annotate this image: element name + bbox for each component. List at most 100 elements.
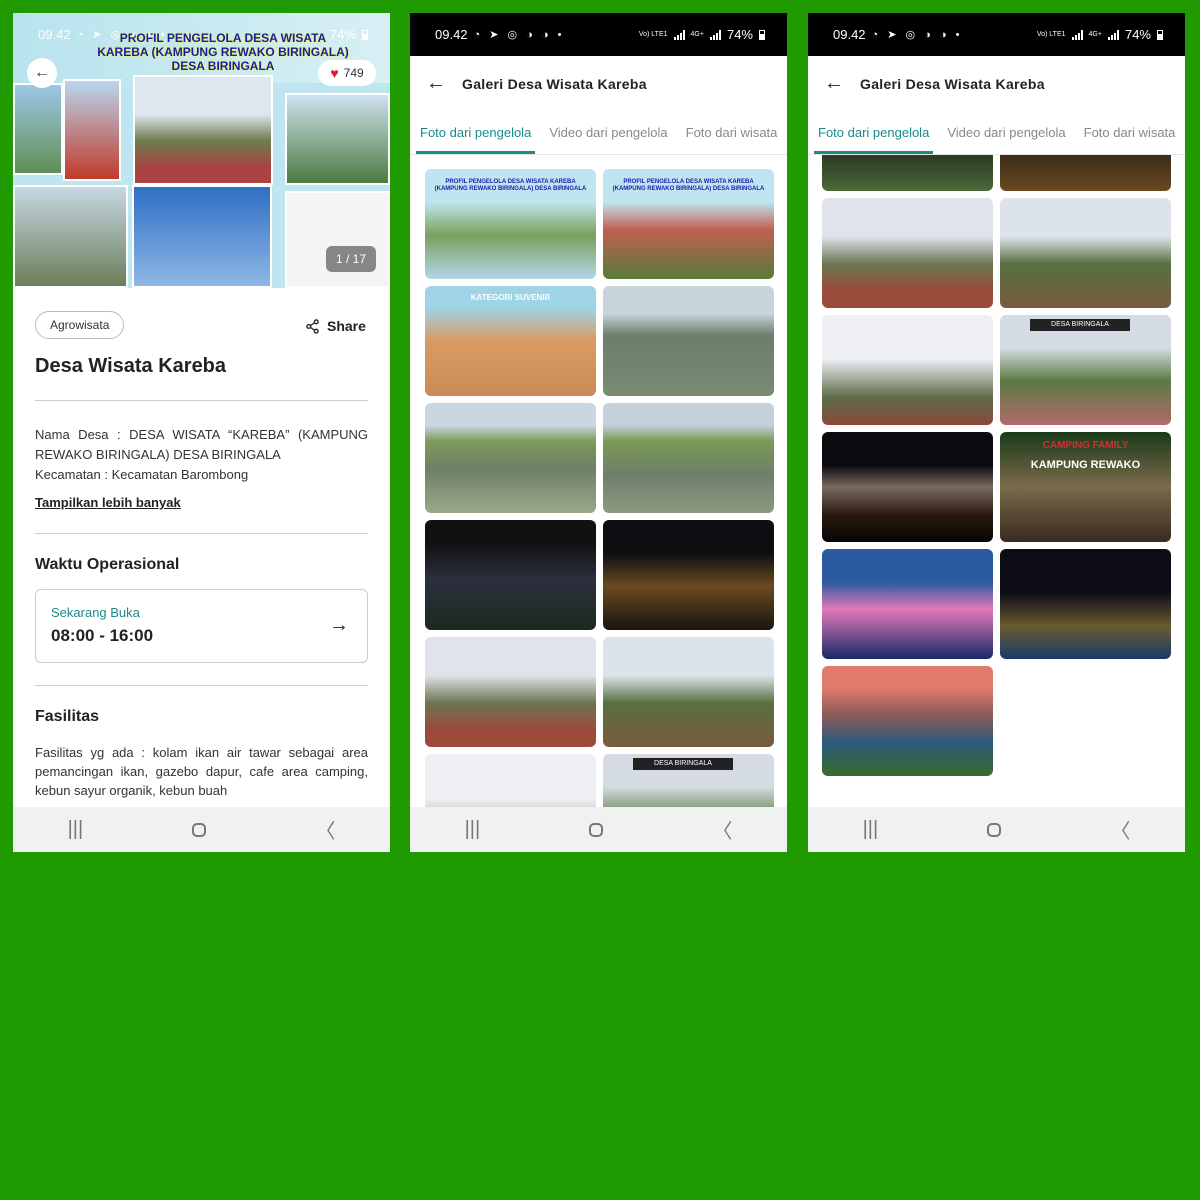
recents-icon[interactable]: ||| xyxy=(68,818,84,841)
tab-foto-wisata[interactable]: Foto dari wisata xyxy=(678,111,786,154)
tab-foto-pengelola[interactable]: Foto dari pengelola xyxy=(412,111,539,154)
recents-icon[interactable]: ||| xyxy=(465,818,481,841)
signal-icon xyxy=(1071,29,1083,40)
gallery-photo[interactable] xyxy=(425,520,596,630)
home-icon[interactable] xyxy=(589,822,604,837)
opening-hours: 08:00 - 16:00 xyxy=(51,626,154,645)
arrow-left-icon[interactable]: ← xyxy=(808,72,860,95)
system-nav-bar: ||| 〈 xyxy=(410,807,787,852)
status-time: 09.42 xyxy=(435,27,468,42)
gallery-photo[interactable] xyxy=(1000,155,1171,191)
gallery-tabs: Foto dari pengelola Video dari pengelola… xyxy=(410,111,787,155)
network-label-2: 4G+ xyxy=(1088,31,1102,38)
gallery-photo[interactable]: PROFIL PENGELOLA DESA WISATA KAREBA (KAM… xyxy=(425,169,596,279)
battery-icon xyxy=(1157,29,1163,40)
hero-photo-1 xyxy=(13,83,63,175)
like-button[interactable]: ♥ 749 xyxy=(318,60,376,86)
photo-grid: PROFIL PENGELOLA DESA WISATA KAREBA (KAM… xyxy=(410,155,787,807)
detail-screen: PROFIL PENGELOLA DESA WISATA KAREBA (KAM… xyxy=(13,13,390,852)
network-label: Vo) LTE1 xyxy=(638,31,668,38)
divider xyxy=(35,533,368,534)
facilities-text: Fasilitas yg ada : kolam ikan air tawar … xyxy=(35,745,368,798)
gallery-photo[interactable] xyxy=(822,666,993,776)
sign-text: DESA BIRINGALA xyxy=(1030,319,1130,331)
home-icon[interactable] xyxy=(987,822,1002,837)
gallery-photo[interactable]: DESA BIRINGALA xyxy=(603,754,774,807)
battery-level: 74% xyxy=(1124,27,1151,42)
category-chip[interactable]: Agrowisata xyxy=(35,311,125,339)
kecamatan: Kecamatan : Kecamatan Barombong xyxy=(35,467,249,482)
gallery-screen: 09.42 ◔ ➤ ◎ ◑ ◑ • Vo) LTE1 4G+ 74% ← Gal… xyxy=(410,13,787,852)
back-nav-icon[interactable]: 〈 xyxy=(315,815,335,844)
sign-text: DESA BIRINGALA xyxy=(633,758,733,770)
status-time: 09.42 xyxy=(38,27,71,42)
gallery-photo[interactable] xyxy=(603,520,774,630)
tab-video-pengelola[interactable]: Video dari pengelola xyxy=(541,111,675,154)
arrow-left-icon: ← xyxy=(34,64,50,81)
gallery-screen-scrolled: 09.42 ◔ ➤ ◎ ◑ ◑ • Vo) LTE1 4G+ 74% ← Gal… xyxy=(808,13,1185,852)
show-more-link[interactable]: Tampilkan lebih banyak xyxy=(35,495,181,510)
notification-icons: ◔ ➤ ◎ ◑ ◑ • xyxy=(871,29,963,41)
home-icon[interactable] xyxy=(192,822,207,837)
hours-heading: Waktu Operasional xyxy=(35,556,180,573)
battery-icon xyxy=(759,29,765,40)
hero-photo-5 xyxy=(13,185,128,288)
gallery-title: Galeri Desa Wisata Kareba xyxy=(860,75,1045,92)
battery-level: 74% xyxy=(726,27,753,42)
gallery-photo[interactable] xyxy=(822,155,993,191)
tab-video-pengelola[interactable]: Video dari pengelola xyxy=(939,111,1073,154)
divider xyxy=(35,400,368,401)
gallery-photo[interactable] xyxy=(1000,198,1171,308)
camping-subtitle: KAMPUNG REWAKO xyxy=(1030,459,1141,471)
tab-foto-pengelola[interactable]: Foto dari pengelola xyxy=(810,111,937,154)
hours-card[interactable]: Sekarang Buka 08:00 - 16:00 → xyxy=(35,589,368,663)
gallery-photo[interactable] xyxy=(603,637,774,747)
nama-desa: Nama Desa : DESA WISATA “KAREBA” (KAMPUN… xyxy=(35,427,368,462)
camping-title: CAMPING FAMILY xyxy=(1042,440,1129,451)
share-icon xyxy=(306,318,319,334)
gallery-photo[interactable] xyxy=(425,754,596,807)
recents-icon[interactable]: ||| xyxy=(863,818,879,841)
status-time: 09.42 xyxy=(833,27,866,42)
gallery-photo[interactable] xyxy=(425,637,596,747)
poster-text: PROFIL PENGELOLA DESA WISATA KAREBA (KAM… xyxy=(612,179,765,192)
notification-icons: ◔ ➤ ◎ ◑ ◑ • xyxy=(76,29,168,41)
page-title: Desa Wisata Kareba xyxy=(35,355,227,377)
gallery-photo[interactable] xyxy=(822,315,993,425)
gallery-photo[interactable] xyxy=(822,198,993,308)
battery-icon xyxy=(362,29,368,40)
gallery-photo[interactable] xyxy=(822,549,993,659)
heart-icon: ♥ xyxy=(330,65,339,81)
gallery-title: Galeri Desa Wisata Kareba xyxy=(462,75,647,92)
arrow-right-icon: → xyxy=(329,614,349,636)
poster-text: KATEGORI SUVENIR xyxy=(470,293,551,302)
hero-photo-4 xyxy=(285,93,390,185)
system-nav-bar: ||| 〈 xyxy=(13,807,390,852)
gallery-photo[interactable]: DESA BIRINGALA xyxy=(1000,315,1171,425)
signal-icon-2 xyxy=(709,29,721,40)
facilities-heading: Fasilitas xyxy=(35,708,100,725)
back-nav-icon[interactable]: 〈 xyxy=(1110,815,1130,844)
arrow-left-icon[interactable]: ← xyxy=(410,72,462,95)
tab-foto-wisata[interactable]: Foto dari wisata xyxy=(1076,111,1184,154)
share-button[interactable]: Share xyxy=(305,318,366,334)
gallery-photo[interactable] xyxy=(603,403,774,513)
back-nav-icon[interactable]: 〈 xyxy=(712,815,732,844)
hero-photo-3 xyxy=(133,75,273,185)
signal-icon xyxy=(673,29,685,40)
status-bar: 09.42 ◔ ➤ ◎ ◑ ◑ • Vo) LTE1 4G+ 74% xyxy=(808,13,1185,56)
gallery-photo[interactable] xyxy=(822,432,993,542)
gallery-photo[interactable]: KATEGORI SUVENIR xyxy=(425,286,596,396)
gallery-photo[interactable]: PROFIL PENGELOLA DESA WISATA KAREBA (KAM… xyxy=(603,169,774,279)
photo-grid: DESA BIRINGALA CAMPING FAMILY KAMPUNG RE… xyxy=(808,155,1185,807)
gallery-photo[interactable] xyxy=(603,286,774,396)
gallery-photo[interactable] xyxy=(425,403,596,513)
hero-photo-7 xyxy=(285,191,390,288)
gallery-tabs: Foto dari pengelola Video dari pengelola… xyxy=(808,111,1185,155)
app-bar: ← Galeri Desa Wisata Kareba xyxy=(410,56,787,111)
signal-icon-2 xyxy=(1107,29,1119,40)
gallery-photo[interactable] xyxy=(1000,549,1171,659)
gallery-photo[interactable]: CAMPING FAMILY KAMPUNG REWAKO xyxy=(1000,432,1171,542)
hero-photo-2 xyxy=(63,79,121,181)
back-button[interactable]: ← xyxy=(27,58,57,88)
